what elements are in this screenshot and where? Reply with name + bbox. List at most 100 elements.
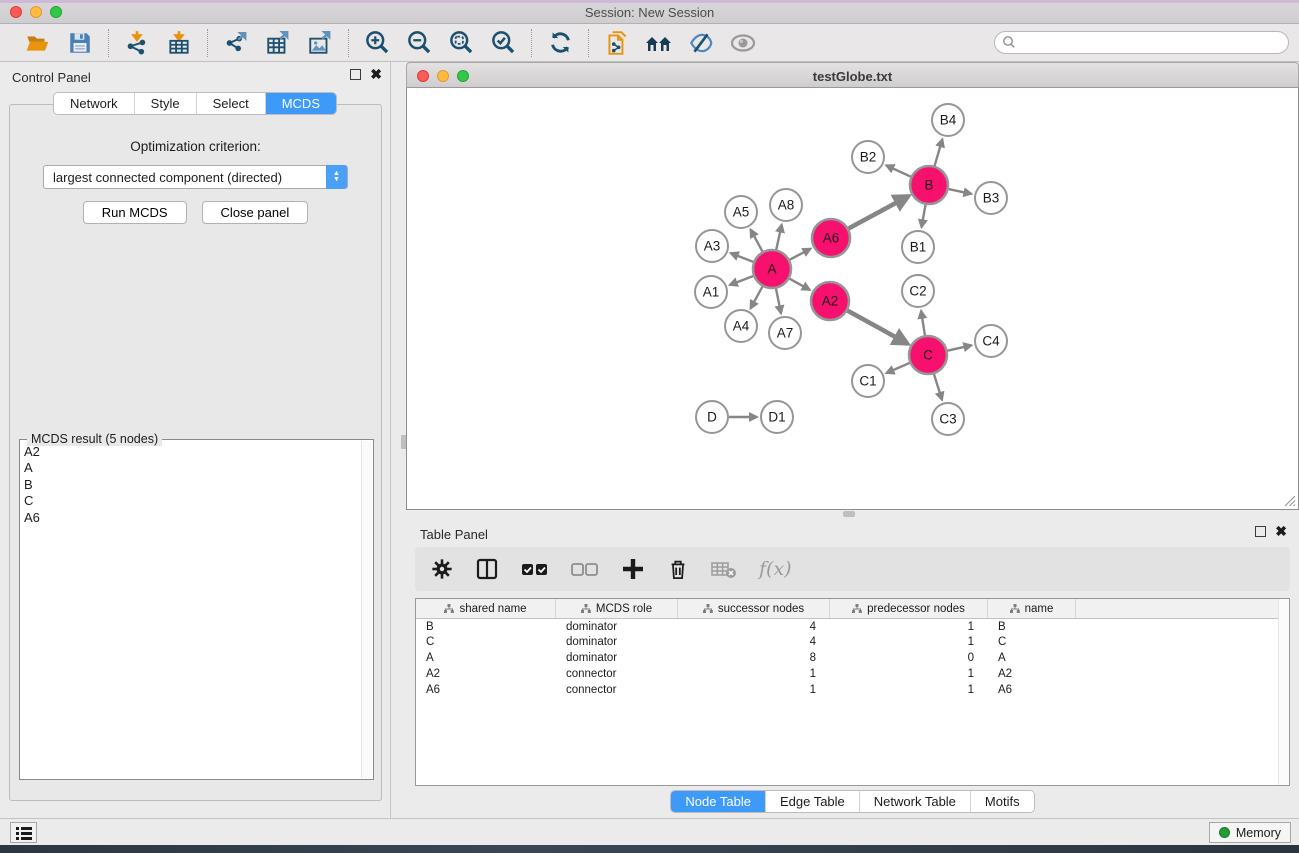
graph-node-C4[interactable]: C4 — [975, 325, 1007, 357]
graph-node-C3[interactable]: C3 — [932, 403, 964, 435]
graph-edge-A2-C[interactable] — [848, 311, 908, 344]
table-scrollbar[interactable] — [1278, 599, 1289, 785]
cell-shared-name[interactable]: C — [416, 635, 556, 651]
mcds-result-item[interactable]: C — [24, 493, 361, 509]
new-network-from-file-icon[interactable] — [603, 29, 631, 57]
graph-edge-B-B3[interactable] — [949, 189, 972, 194]
graph-node-B4[interactable]: B4 — [932, 104, 964, 136]
graph-edge-C-C1[interactable] — [886, 363, 909, 373]
mcds-result-item[interactable]: B — [24, 477, 361, 493]
show-hide-icon[interactable] — [729, 29, 757, 57]
graph-edge-A-A4[interactable] — [751, 287, 763, 309]
network-hscroll[interactable] — [406, 510, 1299, 519]
graph-node-A[interactable]: A — [753, 250, 791, 288]
column-header-name[interactable]: name — [988, 599, 1076, 618]
graph-node-B2[interactable]: B2 — [852, 141, 884, 173]
gear-icon[interactable] — [431, 558, 453, 580]
optimization-criterion-select[interactable]: largest connected component (directed) ▲… — [43, 165, 348, 189]
cell-shared-name[interactable]: B — [416, 619, 556, 635]
graph-node-A3[interactable]: A3 — [696, 230, 728, 262]
select-all-icon[interactable] — [521, 559, 549, 579]
graph-edge-A-A3[interactable] — [731, 253, 754, 262]
delete-column-icon[interactable] — [667, 557, 689, 581]
memory-button[interactable]: Memory — [1209, 822, 1291, 843]
cell-successor-nodes[interactable]: 8 — [678, 651, 830, 667]
close-table-panel-icon[interactable]: ✖ — [1275, 526, 1287, 537]
cell-successor-nodes[interactable]: 1 — [678, 666, 830, 682]
column-header-predecessor-nodes[interactable]: predecessor nodes — [830, 599, 988, 618]
cell-successor-nodes[interactable]: 1 — [678, 682, 830, 698]
graph-edge-A6-B[interactable] — [849, 196, 909, 229]
table-row[interactable]: A2connector11A2 — [416, 666, 1289, 682]
graph-node-C[interactable]: C — [909, 336, 947, 374]
refresh-icon[interactable] — [546, 29, 574, 57]
cell-predecessor-nodes[interactable]: 1 — [830, 619, 988, 635]
cell-shared-name[interactable]: A — [416, 651, 556, 667]
graph-node-C1[interactable]: C1 — [852, 365, 884, 397]
cell-name[interactable]: C — [988, 635, 1076, 651]
close-panel-icon[interactable]: ✖ — [370, 69, 382, 80]
export-image-icon[interactable] — [306, 29, 334, 57]
graph-node-A1[interactable]: A1 — [695, 276, 727, 308]
cell-name[interactable]: A6 — [988, 682, 1076, 698]
graph-edge-C-C2[interactable] — [921, 311, 925, 335]
graph-edge-B-B2[interactable] — [886, 165, 911, 176]
graph-node-B1[interactable]: B1 — [902, 231, 934, 263]
cell-MCDS-role[interactable]: dominator — [556, 619, 678, 635]
network-graph[interactable]: B4B2BB3A8A5A6A3B1AC2A1A2A4A7C4CC1DD1C3 — [407, 88, 1298, 508]
column-header-shared-name[interactable]: shared name — [416, 599, 556, 618]
graph-edge-A-A7[interactable] — [776, 289, 781, 314]
zoom-in-icon[interactable] — [363, 29, 391, 57]
cell-MCDS-role[interactable]: dominator — [556, 651, 678, 667]
tab-network-table[interactable]: Network Table — [860, 791, 971, 812]
table-row[interactable]: Bdominator41B — [416, 619, 1289, 635]
table-row[interactable]: Adominator80A — [416, 651, 1289, 667]
export-network-icon[interactable] — [222, 29, 250, 57]
import-table-icon[interactable] — [165, 29, 193, 57]
add-column-icon[interactable] — [621, 557, 645, 581]
graph-edge-A-A5[interactable] — [751, 230, 763, 252]
deselect-all-icon[interactable] — [571, 559, 599, 579]
resize-grip-icon[interactable] — [1283, 494, 1296, 507]
table-row[interactable]: Cdominator41C — [416, 635, 1289, 651]
graph-node-A7[interactable]: A7 — [769, 317, 801, 349]
search-input[interactable] — [994, 31, 1289, 54]
tab-motifs[interactable]: Motifs — [971, 791, 1034, 812]
tab-network[interactable]: Network — [54, 93, 135, 114]
tab-mcds[interactable]: MCDS — [266, 93, 336, 114]
graph-node-D[interactable]: D — [696, 401, 728, 433]
graph-edge-A-A6[interactable] — [790, 249, 811, 260]
graph-node-A6[interactable]: A6 — [812, 219, 850, 257]
graph-node-A5[interactable]: A5 — [725, 196, 757, 228]
graph-edge-C-C3[interactable] — [934, 374, 942, 400]
cell-name[interactable]: B — [988, 619, 1076, 635]
cell-MCDS-role[interactable]: dominator — [556, 635, 678, 651]
float-panel-icon[interactable] — [350, 69, 361, 80]
cell-shared-name[interactable]: A6 — [416, 682, 556, 698]
graph-node-B[interactable]: B — [910, 166, 948, 204]
network-canvas[interactable]: B4B2BB3A8A5A6A3B1AC2A1A2A4A7C4CC1DD1C3 — [406, 88, 1299, 510]
cell-predecessor-nodes[interactable]: 1 — [830, 666, 988, 682]
float-table-panel-icon[interactable] — [1255, 526, 1266, 537]
graph-node-A4[interactable]: A4 — [725, 310, 757, 342]
graph-edge-A-A1[interactable] — [730, 276, 754, 285]
graph-edge-C-C4[interactable] — [948, 345, 972, 350]
import-network-icon[interactable] — [123, 29, 151, 57]
table-row[interactable]: A6connector11A6 — [416, 682, 1289, 698]
cell-name[interactable]: A — [988, 651, 1076, 667]
cell-predecessor-nodes[interactable]: 0 — [830, 651, 988, 667]
graph-node-D1[interactable]: D1 — [761, 401, 793, 433]
run-mcds-button[interactable]: Run MCDS — [83, 201, 187, 224]
cell-predecessor-nodes[interactable]: 1 — [830, 635, 988, 651]
cell-MCDS-role[interactable]: connector — [556, 666, 678, 682]
tab-node-table[interactable]: Node Table — [671, 791, 766, 812]
zoom-out-icon[interactable] — [405, 29, 433, 57]
cell-name[interactable]: A2 — [988, 666, 1076, 682]
graph-edge-B-B1[interactable] — [921, 205, 925, 228]
mcds-result-item[interactable]: A2 — [24, 444, 361, 460]
tab-edge-table[interactable]: Edge Table — [766, 791, 860, 812]
graph-node-A8[interactable]: A8 — [770, 189, 802, 221]
graph-edge-B-B4[interactable] — [935, 139, 943, 166]
mcds-result-item[interactable]: A6 — [24, 510, 361, 526]
graph-edge-A-A8[interactable] — [776, 225, 781, 250]
